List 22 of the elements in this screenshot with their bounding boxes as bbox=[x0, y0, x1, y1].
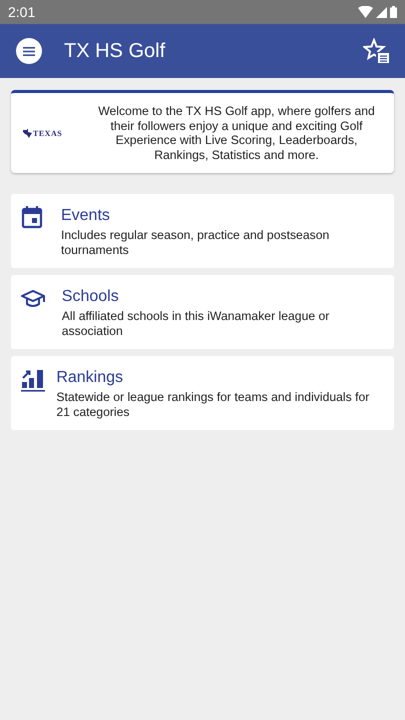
battery-icon bbox=[390, 6, 397, 18]
logo-text: TEXAS bbox=[33, 128, 62, 138]
bar-chart-icon bbox=[21, 368, 45, 392]
menu-card[interactable]: Events Includes regular season, practice and postseason tournaments bbox=[11, 194, 394, 268]
wifi-icon bbox=[358, 6, 373, 18]
menu-card[interactable]: Rankings Statewide or league rankings for teams and individuals for 21 categories bbox=[11, 356, 394, 430]
app-title: TX HS Golf bbox=[64, 40, 166, 62]
welcome-text: Welcome to the TX HS Golf app, where golfers and their followers enjoy a unique and exciting Golf Experience with Live Scoring, Leaderboards, Rankings, Statistics and more. bbox=[97, 104, 376, 162]
signal-icon bbox=[376, 6, 387, 18]
menu-button[interactable] bbox=[16, 38, 42, 64]
item-description: Statewide or league rankings for teams and individuals for 21 categories bbox=[56, 390, 370, 420]
item-title: Rankings bbox=[56, 369, 124, 387]
item-title: Schools bbox=[62, 288, 120, 306]
texas-map-icon bbox=[23, 128, 32, 138]
star-list-icon[interactable] bbox=[363, 38, 389, 64]
calendar-icon bbox=[21, 206, 45, 230]
item-description: Includes regular season, practice and postseason tournaments bbox=[60, 228, 330, 258]
status-time: 2:01 bbox=[8, 4, 36, 20]
menu-icon bbox=[23, 46, 35, 56]
menu-card[interactable]: Schools All affiliated schools in this iWanamaker league or association bbox=[11, 275, 394, 349]
item-title: Events bbox=[60, 207, 111, 225]
item-description: All affiliated schools in this iWanamaker league or association bbox=[62, 309, 330, 339]
